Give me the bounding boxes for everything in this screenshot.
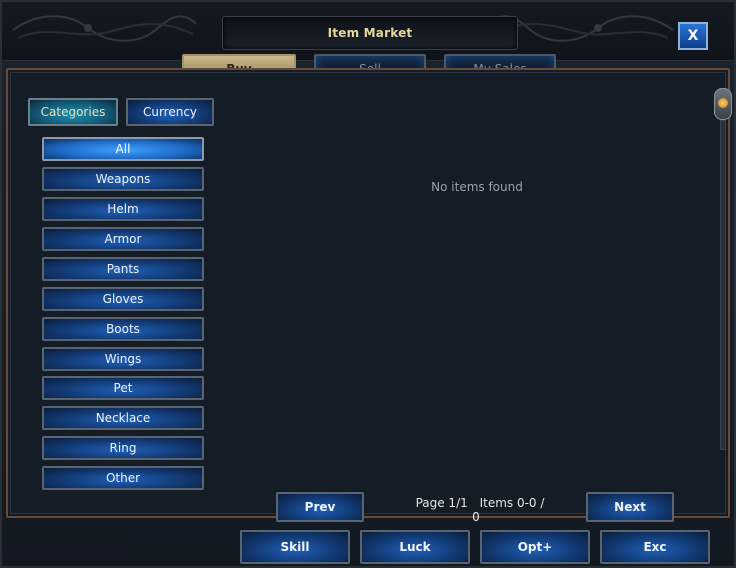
button-label: Luck xyxy=(399,540,431,554)
filter-currency-button[interactable]: Currency xyxy=(126,98,214,126)
scroll-knob-icon xyxy=(718,98,728,108)
category-label: Helm xyxy=(107,202,139,216)
category-necklace[interactable]: Necklace xyxy=(42,406,204,430)
next-page-button[interactable]: Next xyxy=(586,492,674,522)
category-label: Necklace xyxy=(95,411,151,425)
category-boots[interactable]: Boots xyxy=(42,317,204,341)
category-label: Pants xyxy=(106,262,140,276)
scrollbar-thumb[interactable] xyxy=(714,88,732,120)
category-label: Weapons xyxy=(95,172,151,186)
category-label: Armor xyxy=(104,232,142,246)
category-wings[interactable]: Wings xyxy=(42,347,204,371)
category-label: Wings xyxy=(104,352,142,366)
button-label: Opt+ xyxy=(517,540,553,554)
filter-label: Currency xyxy=(142,105,198,119)
filter-categories-button[interactable]: Categories xyxy=(28,98,118,126)
button-label: Skill xyxy=(280,540,310,554)
page-info: Page 1/1 Items 0-0 / 0 xyxy=(408,496,548,524)
close-button[interactable]: X xyxy=(678,22,708,50)
category-label: All xyxy=(115,142,131,156)
next-label: Next xyxy=(614,500,646,514)
close-icon: X xyxy=(687,28,699,44)
category-pet[interactable]: Pet xyxy=(42,376,204,400)
ornament-left-icon xyxy=(12,15,197,42)
category-other[interactable]: Other xyxy=(42,466,204,490)
title-plate: Item Market xyxy=(222,16,518,50)
category-label: Boots xyxy=(106,322,140,336)
items-count: Items 0-0 / 0 xyxy=(472,496,545,524)
category-helm[interactable]: Helm xyxy=(42,197,204,221)
window-header: Item Market xyxy=(2,2,734,61)
category-label: Pet xyxy=(113,381,133,395)
page-indicator: Page 1/1 xyxy=(415,496,468,510)
item-market-window: Item Market X Buy Sell My Sales Categori… xyxy=(0,0,736,568)
filter-label: Categories xyxy=(40,105,106,119)
prev-label: Prev xyxy=(304,500,336,514)
category-ring[interactable]: Ring xyxy=(42,436,204,460)
luck-filter-button[interactable]: Luck xyxy=(360,530,470,564)
option-plus-filter-button[interactable]: Opt+ xyxy=(480,530,590,564)
category-armor[interactable]: Armor xyxy=(42,227,204,251)
category-weapons[interactable]: Weapons xyxy=(42,167,204,191)
prev-page-button[interactable]: Prev xyxy=(276,492,364,522)
category-label: Other xyxy=(105,471,141,485)
category-label: Ring xyxy=(109,441,137,455)
skill-filter-button[interactable]: Skill xyxy=(240,530,350,564)
category-gloves[interactable]: Gloves xyxy=(42,287,204,311)
button-label: Exc xyxy=(643,540,667,554)
category-pants[interactable]: Pants xyxy=(42,257,204,281)
window-title: Item Market xyxy=(327,26,413,40)
category-all[interactable]: All xyxy=(42,137,204,161)
scrollbar-track[interactable] xyxy=(720,120,726,450)
category-label: Gloves xyxy=(102,292,144,306)
empty-listing-message: No items found xyxy=(431,180,523,194)
excellent-filter-button[interactable]: Exc xyxy=(600,530,710,564)
